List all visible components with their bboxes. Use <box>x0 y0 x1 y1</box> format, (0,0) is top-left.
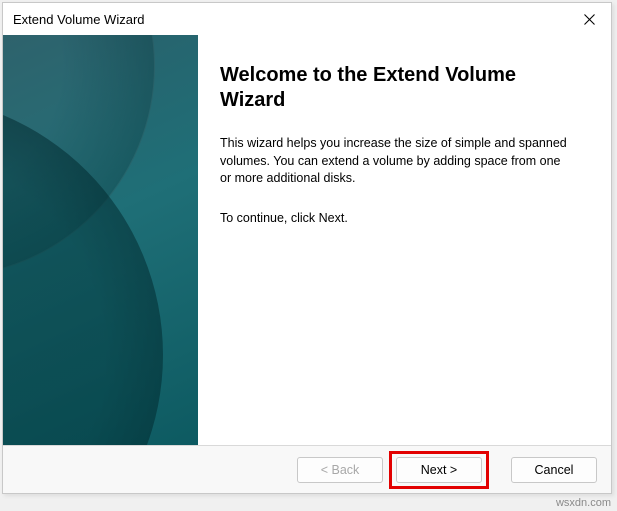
wizard-body-text: This wizard helps you increase the size … <box>220 135 570 188</box>
window-title: Extend Volume Wizard <box>13 12 567 27</box>
wizard-sidebar-graphic <box>3 35 198 445</box>
button-bar: < Back Next > Cancel <box>3 445 611 493</box>
wizard-dialog: Extend Volume Wizard Welcome to the Exte… <box>2 2 612 494</box>
close-button[interactable] <box>567 3 611 35</box>
cancel-button[interactable]: Cancel <box>511 457 597 483</box>
back-button: < Back <box>297 457 383 483</box>
wizard-heading: Welcome to the Extend Volume Wizard <box>220 63 585 113</box>
wizard-continue-text: To continue, click Next. <box>220 210 585 228</box>
next-button-highlight: Next > <box>389 451 489 489</box>
wizard-main-content: Welcome to the Extend Volume Wizard This… <box>198 35 611 445</box>
watermark-text: wsxdn.com <box>556 497 611 509</box>
nav-button-group: < Back Next > <box>297 451 489 489</box>
next-button[interactable]: Next > <box>396 457 482 483</box>
content-area: Welcome to the Extend Volume Wizard This… <box>3 35 611 445</box>
titlebar: Extend Volume Wizard <box>3 3 611 35</box>
close-icon <box>584 14 595 25</box>
